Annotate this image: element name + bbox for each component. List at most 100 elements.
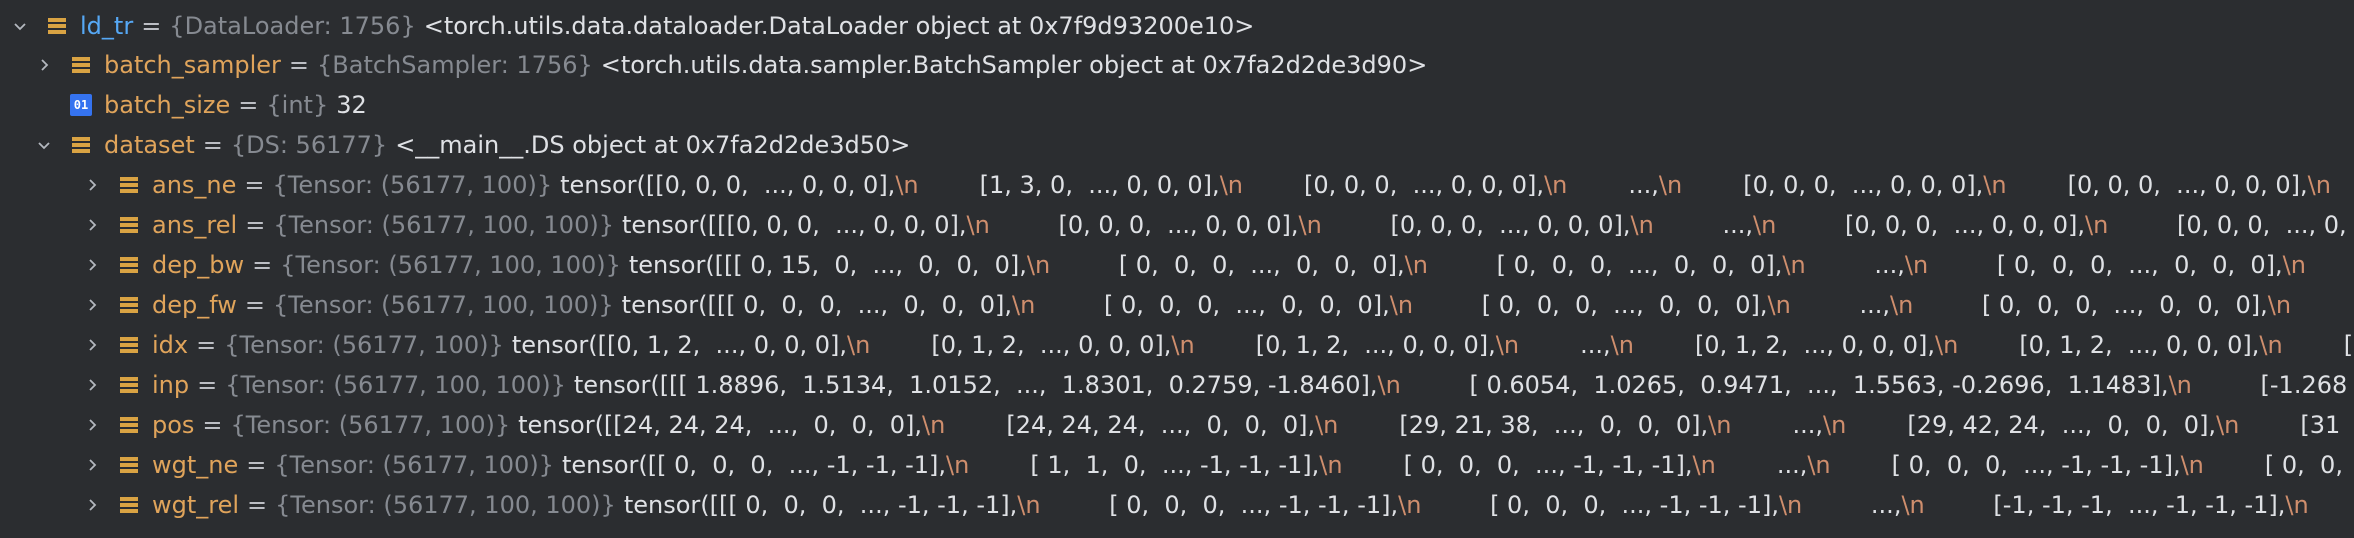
equals-sign: = <box>252 251 273 279</box>
newline-escape: \n <box>1692 451 1716 479</box>
newline-escape: \n <box>2168 371 2192 399</box>
variable-row[interactable]: wgt_rel = {Tensor: (56177, 100, 100)} te… <box>0 485 2354 525</box>
newline-escape: \n <box>2180 451 2204 479</box>
chevron-right-icon[interactable] <box>80 493 104 517</box>
variable-name: batch_size <box>104 91 231 119</box>
variable-row[interactable]: ans_rel = {Tensor: (56177, 100, 100)} te… <box>0 205 2354 245</box>
value-text: [0, 0, 0, ..., 0, 0, 0], <box>1242 171 1545 199</box>
value-text: tensor([[0, 0, 0, ..., 0, 0, 0], <box>560 171 896 199</box>
chevron-right-icon[interactable] <box>80 253 104 277</box>
variable-value: tensor([[0, 1, 2, ..., 0, 0, 0], \n [0, 1… <box>512 331 2354 359</box>
newline-escape: \n <box>966 211 990 239</box>
variable-name: inp <box>152 371 190 399</box>
variable-row[interactable]: inp = {Tensor: (56177, 100, 100)} tensor… <box>0 365 2354 405</box>
chevron-right-icon[interactable] <box>32 53 56 77</box>
chevron-right-icon[interactable] <box>80 293 104 317</box>
type-hint: {Tensor: (56177, 100)} <box>272 171 553 199</box>
chevron-right-icon[interactable] <box>80 453 104 477</box>
variable-row[interactable]: wgt_ne = {Tensor: (56177, 100)} tensor([… <box>0 445 2354 485</box>
type-hint: {Tensor: (56177, 100)} <box>230 411 511 439</box>
newline-escape: \n <box>2267 291 2292 319</box>
variable-row[interactable]: dataset = {DS: 56177} <__main__.DS objec… <box>0 125 2354 165</box>
newline-escape: \n <box>1398 491 1422 519</box>
variable-row[interactable]: pos = {Tensor: (56177, 100)} tensor([[24… <box>0 405 2354 445</box>
equals-sign: = <box>247 491 268 519</box>
variable-row[interactable]: 01 batch_size = {int} 32 <box>0 85 2354 125</box>
value-text: [29, 21, 38, ..., 0, 0, 0], <box>1338 411 1709 439</box>
value-text: [29, 42, 24, ..., 0, 0, 0], <box>1846 411 2217 439</box>
type-hint: {Tensor: (56177, 100)} <box>224 331 504 359</box>
newline-escape: \n <box>1012 291 1036 319</box>
variable-row[interactable]: ld_tr = {DataLoader: 1756} <torch.utils.… <box>0 6 2354 46</box>
field-object-icon <box>118 414 140 436</box>
type-hint: {Tensor: (56177, 100, 100)} <box>280 251 621 279</box>
value-text: tensor([[[ 0, 0, 0, ..., 0, 0, 0], <box>621 291 1012 319</box>
chevron-right-icon[interactable] <box>80 373 104 397</box>
value-text: [ 0, 0, 0, ..., -1, -1, -1], <box>1342 451 1693 479</box>
newline-escape: \n <box>1389 291 1414 319</box>
value-text: [ 1, 1, 0, ..., -1, -1, -1], <box>969 451 1320 479</box>
newline-escape: \n <box>1778 491 1803 519</box>
newline-escape: \n <box>1171 331 1195 359</box>
variable-row[interactable]: idx = {Tensor: (56177, 100)} tensor([[0,… <box>0 325 2354 365</box>
value-text: [24, 24, 24, ..., 0, 0, 0], <box>945 411 1316 439</box>
chevron-down-icon[interactable] <box>32 133 56 157</box>
type-hint: {Tensor: (56177, 100, 100)} <box>225 371 566 399</box>
field-object-icon <box>118 454 140 476</box>
value-text: ..., <box>1731 411 1823 439</box>
newline-escape: \n <box>1658 171 1683 199</box>
value-text: [ 0.6054, 1.0265, 0.9471, ..., 1.5563, -… <box>1400 371 2169 399</box>
primitive-int-icon: 01 <box>70 94 92 116</box>
chevron-down-icon[interactable] <box>8 14 32 38</box>
value-text: tensor([[[ 0, 0, 0, ..., -1, -1, -1], <box>623 491 1018 519</box>
equals-sign: = <box>244 171 265 199</box>
variable-value: <torch.utils.data.sampler.BatchSampler o… <box>601 51 1428 79</box>
newline-escape: \n <box>1017 491 1041 519</box>
value-text: ..., <box>1653 211 1754 239</box>
newline-escape: \n <box>1753 211 1777 239</box>
variable-row[interactable]: ans_ne = {Tensor: (56177, 100)} tensor([… <box>0 165 2354 205</box>
value-text: [0 <box>2343 331 2354 359</box>
equals-sign: = <box>141 12 162 40</box>
variable-row[interactable]: batch_sampler = {BatchSampler: 1756} <to… <box>0 45 2354 85</box>
variable-value: tensor([[[0, 0, 0, ..., 0, 0, 0],\n [0, … <box>622 211 2347 239</box>
value-text: ..., <box>1805 251 1905 279</box>
value-text: [ 0, 0, 0, ..., 0, 0, 0], <box>1035 291 1390 319</box>
equals-sign: = <box>288 51 309 79</box>
value-text: ..., <box>1802 491 1902 519</box>
field-object-icon <box>118 254 140 276</box>
field-object-icon <box>118 174 140 196</box>
value-text: [ 0, 0, 0, ..., 0, 0, 0], <box>1913 291 2268 319</box>
variable-name: dep_fw <box>152 291 237 319</box>
newline-escape: \n <box>2282 251 2306 279</box>
type-hint: {DS: 56177} <box>230 131 388 159</box>
chevron-right-icon[interactable] <box>80 333 104 357</box>
newline-escape: \n <box>1319 451 1343 479</box>
variable-name: dataset <box>104 131 195 159</box>
field-object-icon <box>46 15 68 37</box>
variable-value: tensor([[24, 24, 24, ..., 0, 0, 0],\n [2… <box>518 411 2340 439</box>
newline-escape: \n <box>1807 451 1831 479</box>
equals-sign: = <box>197 371 218 399</box>
variable-name: dep_bw <box>152 251 245 279</box>
variable-value: <torch.utils.data.dataloader.DataLoader … <box>424 12 1255 40</box>
value-text: [0, 0, 0, ..., 0, 0, 0], <box>1682 171 1984 199</box>
variable-row[interactable]: dep_bw = {Tensor: (56177, 100, 100)} ten… <box>0 245 2354 285</box>
value-text: [0, 0, 0, ..., 0, 0, 0], <box>989 211 1299 239</box>
variable-row[interactable]: dep_fw = {Tensor: (56177, 100, 100)} ten… <box>0 285 2354 325</box>
value-text: ..., <box>1519 331 1611 359</box>
value-text: tensor([[0, 1, 2, ..., 0, 0, 0], <box>511 331 848 359</box>
variable-name: ans_ne <box>152 171 237 199</box>
chevron-right-icon[interactable] <box>80 213 104 237</box>
newline-escape: \n <box>1610 331 1634 359</box>
type-hint: {int} <box>266 91 329 119</box>
newline-escape: \n <box>1219 171 1243 199</box>
value-text: [ 0, 0, <box>2203 451 2343 479</box>
value-text: [0, 0, 0, ..., 0, 0, 0], <box>1776 211 2086 239</box>
value-text: [0, 1, 2, ..., 0, 0, 0], <box>1633 331 1935 359</box>
chevron-right-icon[interactable] <box>80 413 104 437</box>
newline-escape: \n <box>1026 251 1051 279</box>
value-text: [0, 1, 2, ..., 0, 0, 0], <box>1958 331 2260 359</box>
chevron-right-icon[interactable] <box>80 173 104 197</box>
newline-escape: \n <box>1983 171 2007 199</box>
